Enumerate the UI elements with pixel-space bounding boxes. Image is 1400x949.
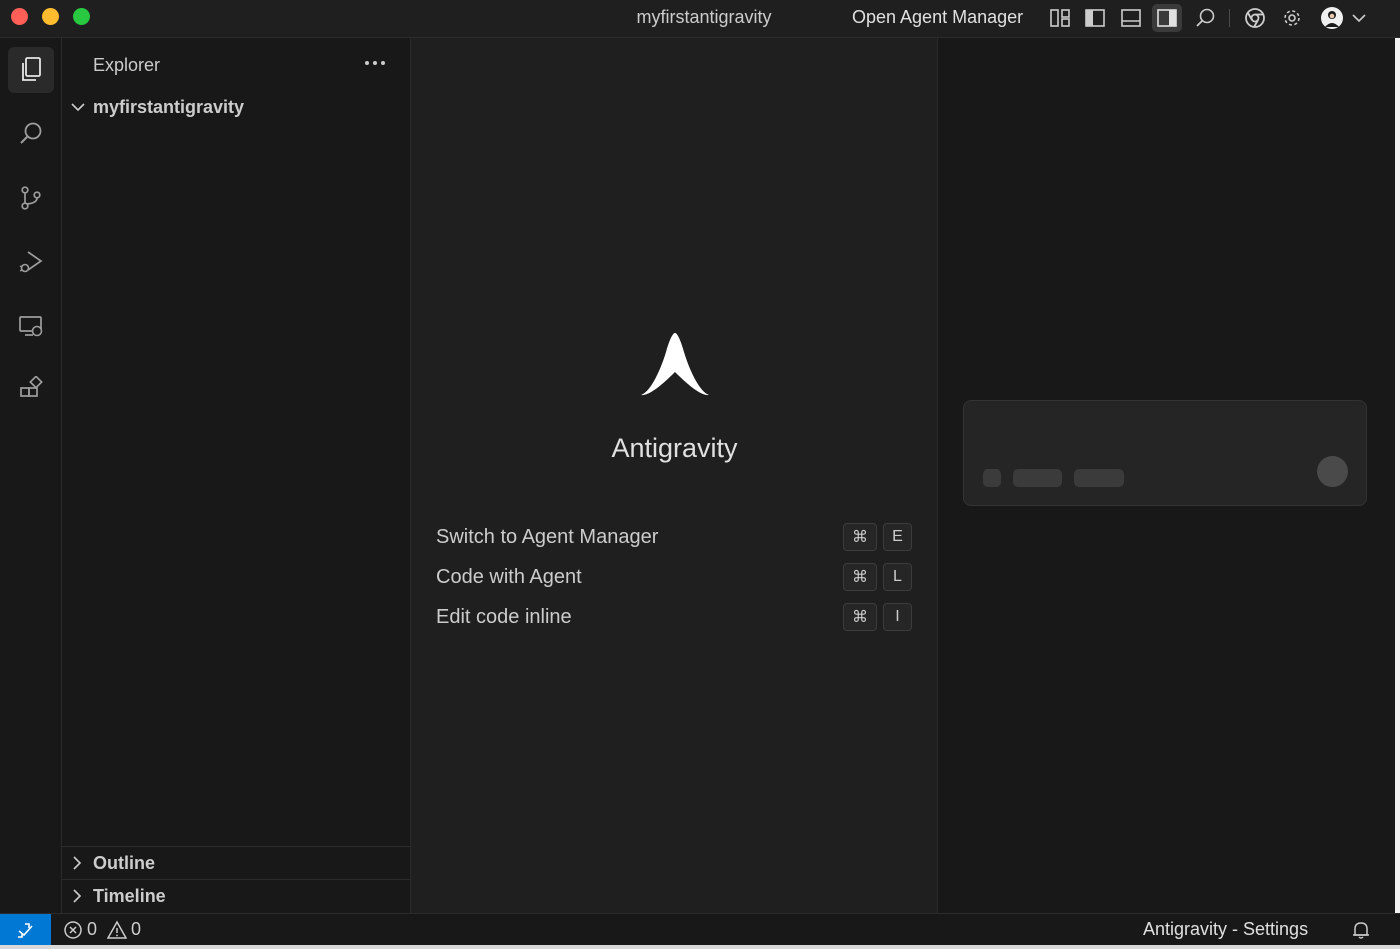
toolbar-divider: [1229, 9, 1230, 27]
source-control-icon[interactable]: [8, 175, 54, 221]
editor-area: Antigravity Switch to Agent Manager ⌘ E …: [411, 38, 938, 913]
chrome-icon[interactable]: [1240, 4, 1270, 32]
agent-panel: [938, 38, 1395, 913]
layout-customize-icon[interactable]: [1045, 4, 1075, 32]
loading-placeholder: [1013, 469, 1062, 487]
chevron-down-icon[interactable]: [1344, 4, 1374, 32]
shortcut-key: E: [883, 523, 912, 551]
avatar[interactable]: [1317, 4, 1347, 32]
shortcut-code-with-agent[interactable]: Code with Agent ⌘ L: [436, 563, 914, 593]
explorer-sidebar: Explorer myfirstantigravity Outline Time…: [62, 38, 411, 913]
warning-count: 0: [131, 919, 142, 939]
activity-bar: [0, 38, 62, 913]
search-icon[interactable]: [1190, 4, 1220, 32]
shortcut-edit-code-inline[interactable]: Edit code inline ⌘ I: [436, 603, 914, 633]
error-count: 0: [87, 919, 98, 939]
toggle-secondary-sidebar-icon[interactable]: [1152, 4, 1182, 32]
antigravity-logo: [640, 332, 710, 401]
remote-indicator-icon[interactable]: [0, 914, 51, 946]
shortcut-label: Switch to Agent Manager: [436, 526, 659, 548]
more-actions-icon[interactable]: [360, 50, 390, 76]
chevron-right-icon: [70, 855, 84, 876]
status-bar: 0 0 Antigravity - Settings: [0, 913, 1400, 946]
shortcut-key: I: [883, 603, 912, 631]
window-close-button[interactable]: [11, 8, 28, 25]
toggle-primary-sidebar-icon[interactable]: [1080, 4, 1110, 32]
timeline-label: Timeline: [93, 886, 166, 906]
outline-pane-header[interactable]: Outline: [62, 846, 410, 879]
timeline-pane-header[interactable]: Timeline: [62, 879, 410, 912]
search-icon[interactable]: [8, 111, 54, 157]
antigravity-settings-link[interactable]: Antigravity - Settings: [1143, 919, 1308, 940]
error-icon: [64, 920, 82, 939]
app-name: Antigravity: [611, 433, 738, 463]
outline-label: Outline: [93, 853, 155, 873]
command-key: ⌘: [843, 523, 877, 551]
command-key: ⌘: [843, 603, 877, 631]
folder-row[interactable]: myfirstantigravity: [62, 95, 410, 123]
chevron-down-icon: [70, 100, 86, 119]
gear-icon[interactable]: [1277, 4, 1307, 32]
window-edge: [1395, 38, 1400, 913]
loading-placeholder: [983, 469, 1001, 487]
command-key: ⌘: [843, 563, 877, 591]
agent-input-placeholder[interactable]: [963, 400, 1367, 506]
chevron-right-icon: [70, 888, 84, 909]
window-bottom-edge: [0, 945, 1400, 949]
open-agent-manager-button[interactable]: Open Agent Manager: [852, 7, 1023, 28]
shortcut-label: Edit code inline: [436, 606, 572, 628]
send-button-placeholder: [1317, 456, 1348, 487]
toggle-panel-icon[interactable]: [1116, 4, 1146, 32]
folder-label: myfirstantigravity: [93, 97, 245, 117]
warning-icon: [107, 919, 128, 939]
window-maximize-button[interactable]: [73, 8, 90, 25]
window-minimize-button[interactable]: [42, 8, 59, 25]
shortcut-key: L: [883, 563, 912, 591]
loading-placeholder: [1074, 469, 1124, 487]
extensions-icon[interactable]: [8, 367, 54, 413]
run-debug-icon[interactable]: [8, 239, 54, 285]
shortcut-label: Code with Agent: [436, 566, 582, 588]
shortcut-switch-agent-manager[interactable]: Switch to Agent Manager ⌘ E: [436, 523, 914, 553]
explorer-icon[interactable]: [8, 47, 54, 93]
remote-explorer-icon[interactable]: [8, 303, 54, 349]
sidebar-title: Explorer: [93, 55, 161, 75]
problems-indicator[interactable]: 0 0: [63, 919, 147, 940]
bell-icon[interactable]: [1350, 919, 1372, 946]
window-title: myfirstantigravity: [636, 7, 772, 27]
title-bar: myfirstantigravity Open Agent Manager: [0, 0, 1400, 38]
